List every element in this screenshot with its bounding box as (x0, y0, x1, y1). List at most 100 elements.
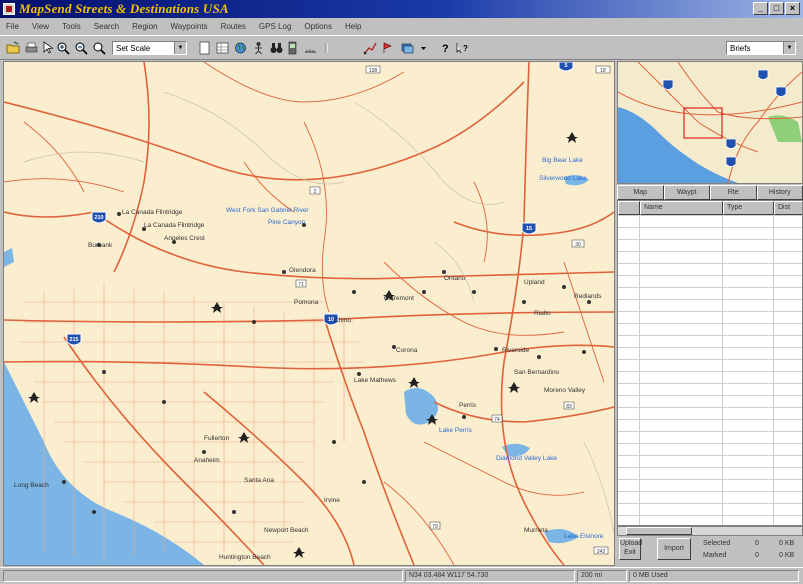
chevron-down-icon[interactable]: ▼ (783, 42, 795, 54)
place-label: Glendora (289, 267, 316, 274)
layer-select[interactable]: Briefs ▼ (726, 41, 796, 55)
layers-icon[interactable] (400, 41, 415, 55)
close-button[interactable]: × (785, 2, 800, 15)
map-canvas[interactable]: La Canada Flintridge La Canada Flintridg… (4, 62, 614, 565)
zoom-out-icon[interactable] (74, 41, 89, 55)
horizontal-scrollbar[interactable] (617, 526, 803, 536)
svg-text:74: 74 (494, 417, 500, 423)
svg-text:138: 138 (369, 68, 378, 74)
pointer-icon[interactable] (40, 41, 55, 55)
svg-text:18: 18 (600, 68, 606, 74)
tab-map[interactable]: Map (617, 185, 664, 200)
selected-size: 0 KB (779, 540, 795, 547)
layers-dropdown-icon[interactable] (416, 41, 426, 55)
scrollbar-thumb[interactable] (626, 527, 692, 535)
globe-icon[interactable] (233, 41, 248, 55)
tab-routes[interactable]: Rte (710, 185, 757, 200)
place-label: Anaheim (194, 457, 220, 464)
device-icon[interactable] (285, 41, 300, 55)
menu-search[interactable]: Search (94, 22, 119, 31)
app-icon[interactable] (3, 3, 15, 15)
menu-tools[interactable]: Tools (62, 22, 81, 31)
svg-text:79: 79 (432, 524, 438, 530)
help-icon[interactable]: ? (438, 41, 453, 55)
context-help-icon[interactable]: ? (455, 41, 470, 55)
place-label: Riverside (502, 347, 529, 354)
place-label: Upland (524, 279, 545, 286)
import-button[interactable]: Import (657, 538, 691, 560)
svg-text:?: ? (442, 43, 449, 55)
tab-waypoints[interactable]: Waypt (663, 185, 710, 200)
reservoir (4, 248, 14, 267)
person-icon[interactable] (251, 41, 266, 55)
open-icon[interactable] (6, 41, 21, 55)
selected-label: Selected (703, 540, 731, 547)
place-label: San Bernardino (514, 369, 560, 376)
menu-gps-log[interactable]: GPS Log (259, 22, 291, 31)
route-markers: 138 18 2 30 71 74 83 243 79 (295, 65, 611, 555)
place-label: West Fork San Gabriel River (226, 207, 309, 214)
minimize-button[interactable]: _ (753, 2, 768, 15)
chevron-down-icon[interactable]: ▼ (174, 42, 186, 54)
table-body[interactable] (618, 215, 802, 525)
magnifier-icon[interactable] (92, 41, 107, 55)
svg-text:210: 210 (94, 215, 103, 221)
menu-routes[interactable]: Routes (221, 22, 246, 31)
place-label: Irvine (324, 497, 340, 504)
overview-canvas[interactable] (618, 62, 802, 183)
marked-count: 0 (755, 552, 759, 559)
window-controls: _ □ × (753, 2, 800, 15)
zoom-in-icon[interactable] (56, 41, 71, 55)
airport-icon (28, 132, 578, 558)
scale-select[interactable]: Set Scale ▼ (112, 41, 187, 55)
place-label: Murrieta (524, 527, 548, 534)
menu-waypoints[interactable]: Waypoints (171, 22, 208, 31)
place-label: Silverwood Lake (539, 175, 587, 182)
place-label: Big Bear Lake (542, 157, 583, 164)
column-header[interactable]: Type (723, 201, 774, 215)
menu-options[interactable]: Options (304, 22, 332, 31)
main-map[interactable]: La Canada Flintridge La Canada Flintridg… (3, 61, 615, 566)
panel-tabs: Map Waypt Rte History (617, 185, 803, 200)
status-coordinates: N34 03.484 W117 54.730 (405, 570, 575, 582)
column-header[interactable] (618, 201, 640, 215)
maximize-button[interactable]: □ (769, 2, 784, 15)
menu-bar: File View Tools Search Region Waypoints … (0, 18, 803, 35)
place-label: Diamond Valley Lake (496, 455, 557, 462)
overview-map[interactable] (617, 61, 803, 184)
place-label: Lake Perris (439, 427, 473, 434)
column-header[interactable]: Name (640, 201, 723, 215)
place-label: Chino (334, 317, 351, 324)
menu-help[interactable]: Help (345, 22, 361, 31)
grid-icon[interactable] (215, 41, 230, 55)
upload-exit-button[interactable]: Upload Exit (619, 538, 642, 560)
svg-text:71: 71 (298, 282, 304, 288)
menu-file[interactable]: File (6, 22, 19, 31)
waypoint-tool-icon[interactable] (380, 41, 395, 55)
place-label: Lake Elsinore (564, 533, 604, 540)
svg-text:215: 215 (69, 337, 78, 343)
page-icon[interactable] (197, 41, 212, 55)
menu-view[interactable]: View (32, 22, 49, 31)
toolbar: Set Scale ▼ ? ? Briefs ▼ (0, 35, 803, 60)
layer-select-value: Briefs (730, 44, 751, 53)
waypoint-table[interactable]: Name Type Dist (617, 200, 803, 526)
selected-count: 0 (755, 540, 759, 547)
menu-region[interactable]: Region (132, 22, 157, 31)
place-label: La Canada Flintridge (144, 222, 205, 229)
status-zoom: 200 mi (577, 570, 627, 582)
tab-history[interactable]: History (756, 185, 803, 200)
place-label: Long Beach (14, 482, 49, 489)
status-message (3, 570, 403, 582)
ruler-icon[interactable] (303, 41, 318, 55)
place-label: Burbank (88, 242, 113, 249)
separator-icon (323, 41, 338, 55)
place-label: Fullerton (204, 435, 230, 442)
status-memory: 0 MB Used (629, 570, 799, 582)
route-tool-icon[interactable] (363, 41, 378, 55)
binoculars-icon[interactable] (269, 41, 284, 55)
scale-select-value: Set Scale (116, 44, 151, 53)
column-header[interactable]: Dist (774, 201, 802, 215)
print-icon[interactable] (24, 41, 39, 55)
transfer-panel: Upload Exit Import Selected Marked 0 0 K… (617, 536, 803, 566)
